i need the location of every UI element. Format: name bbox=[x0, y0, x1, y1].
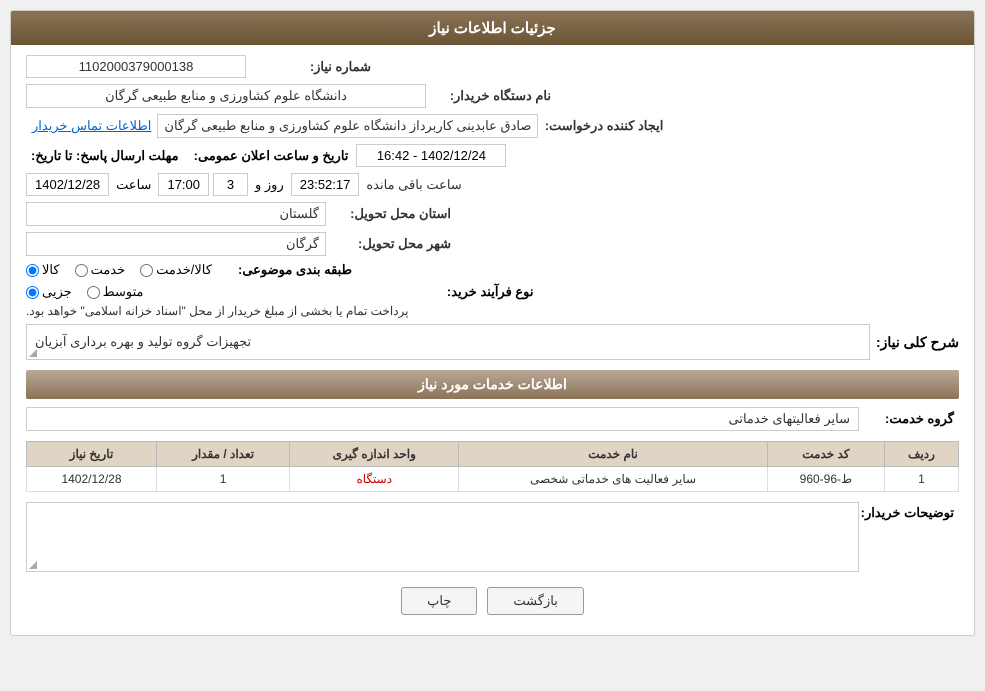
tosihaat-box bbox=[26, 502, 859, 572]
services-table: ردیف کد خدمت نام خدمت واحد اندازه گیری ت… bbox=[26, 441, 959, 492]
table-row: 1 ط-96-960 سایر فعالیت های خدماتی شخصی د… bbox=[27, 467, 959, 492]
cell-unit: دستگاه bbox=[290, 467, 459, 492]
purchase-label: نوع فرآیند خرید: bbox=[409, 284, 539, 300]
tosihaat-label: توضیحات خریدار: bbox=[859, 502, 959, 521]
sharh-section: شرح کلی نیاز: تجهیزات گروه تولید و بهره … bbox=[26, 324, 959, 360]
purchase-content: متوسط جزیی پرداخت تمام یا بخشی از مبلغ خ… bbox=[26, 284, 409, 318]
col-code: کد خدمت bbox=[767, 442, 884, 467]
purchase-row: نوع فرآیند خرید: متوسط جزیی پرداخت تمام … bbox=[26, 284, 959, 318]
sharh-box: تجهیزات گروه تولید و بهره برداری آبزیان bbox=[26, 324, 870, 360]
sharh-label: شرح کلی نیاز: bbox=[876, 334, 959, 351]
goroh-khedmat-row: گروه خدمت: سایر فعالیتهای خدماتی bbox=[26, 407, 959, 431]
time-box: 17:00 bbox=[158, 173, 209, 196]
table-wrapper: ردیف کد خدمت نام خدمت واحد اندازه گیری ت… bbox=[26, 441, 959, 492]
card-header: جزئیات اطلاعات نیاز bbox=[11, 11, 974, 45]
cell-count: 1 bbox=[156, 467, 289, 492]
ostan-label: استان محل تحویل: bbox=[326, 206, 456, 222]
tabaqe-label: طبقه بندی موضوعی: bbox=[227, 262, 357, 278]
shomara-niaz-value: 1102000379000138 bbox=[26, 55, 246, 78]
remaining-text: ساعت باقی مانده bbox=[363, 177, 464, 193]
radio-motovaset-label: متوسط bbox=[103, 284, 144, 300]
ijad-label: ایجاد کننده درخواست: bbox=[538, 118, 668, 134]
print-button[interactable]: چاپ bbox=[401, 587, 477, 615]
radio-jazei[interactable] bbox=[26, 286, 39, 299]
days-box: 3 bbox=[213, 173, 248, 196]
radio-khedmat-item[interactable]: خدمت bbox=[75, 262, 126, 278]
radio-motovaset[interactable] bbox=[87, 286, 100, 299]
shomara-niaz-label: شماره نیاز: bbox=[246, 59, 376, 75]
goroh-khedmat-value: سایر فعالیتهای خدماتی bbox=[26, 407, 859, 431]
ostan-value: گلستان bbox=[26, 202, 326, 226]
tarikhe-elam-label: تاریخ و ساعت اعلان عمومی: bbox=[190, 148, 353, 164]
radio-motovaset-item[interactable]: متوسط bbox=[87, 284, 144, 300]
card-body: شماره نیاز: 1102000379000138 نام دستگاه … bbox=[11, 45, 974, 635]
main-card: جزئیات اطلاعات نیاز شماره نیاز: 11020003… bbox=[10, 10, 975, 636]
name-dastgah-row: نام دستگاه خریدار: دانشگاه علوم کشاورزی … bbox=[26, 84, 959, 108]
seconds-box: 23:52:17 bbox=[291, 173, 360, 196]
radio-jazei-item[interactable]: جزیی bbox=[26, 284, 72, 300]
col-date: تاریخ نیاز bbox=[27, 442, 157, 467]
cell-name: سایر فعالیت های خدماتی شخصی bbox=[459, 467, 768, 492]
radio-kala-khedmat-item[interactable]: کالا/خدمت bbox=[140, 262, 212, 278]
tosihaat-section: توضیحات خریدار: bbox=[26, 502, 959, 572]
sharh-value: تجهیزات گروه تولید و بهره برداری آبزیان bbox=[35, 334, 251, 350]
button-row: بازگشت چاپ bbox=[26, 587, 959, 625]
cell-radif: 1 bbox=[884, 467, 958, 492]
mohlat-label: مهلت ارسال پاسخ: تا تاریخ: bbox=[26, 148, 184, 164]
day-label: روز و bbox=[252, 177, 287, 193]
col-count: تعداد / مقدار bbox=[156, 442, 289, 467]
tarikhe-elam-value: 1402/12/24 - 16:42 bbox=[356, 144, 506, 167]
cell-code: ط-96-960 bbox=[767, 467, 884, 492]
name-dastgah-value: دانشگاه علوم کشاورزی و منابع طبیعی گرگان bbox=[26, 84, 426, 108]
radio-kala-label: کالا bbox=[42, 262, 60, 278]
shahr-value: گرگان bbox=[26, 232, 326, 256]
ittelaat-link[interactable]: اطلاعات تماس خریدار bbox=[26, 115, 157, 137]
radio-kala-khedmat-label: کالا/خدمت bbox=[156, 262, 212, 278]
ijad-value: صادق عابدینی کاربرداز دانشگاه علوم کشاور… bbox=[157, 114, 538, 138]
radio-kala[interactable] bbox=[26, 264, 39, 277]
time-label: ساعت bbox=[113, 177, 154, 193]
radio-kala-khedmat[interactable] bbox=[140, 264, 153, 277]
shahr-row: شهر محل تحویل: گرگان bbox=[26, 232, 959, 256]
mohlat-deadline-row: ساعت باقی مانده 23:52:17 روز و 3 17:00 س… bbox=[26, 173, 959, 196]
cell-date: 1402/12/28 bbox=[27, 467, 157, 492]
name-dastgah-label: نام دستگاه خریدار: bbox=[426, 88, 556, 104]
radio-jazei-label: جزیی bbox=[42, 284, 72, 300]
table-header-row: ردیف کد خدمت نام خدمت واحد اندازه گیری ت… bbox=[27, 442, 959, 467]
col-name: نام خدمت bbox=[459, 442, 768, 467]
khedmat-section-header: اطلاعات خدمات مورد نیاز bbox=[26, 370, 959, 399]
goroh-khedmat-label: گروه خدمت: bbox=[859, 411, 959, 427]
date-box: 1402/12/28 bbox=[26, 173, 109, 196]
col-unit: واحد اندازه گیری bbox=[290, 442, 459, 467]
ijad-row: ایجاد کننده درخواست: صادق عابدینی کاربرد… bbox=[26, 114, 959, 138]
shomara-row: شماره نیاز: 1102000379000138 bbox=[26, 55, 959, 78]
col-radif: ردیف bbox=[884, 442, 958, 467]
radio-khedmat-label: خدمت bbox=[91, 262, 126, 278]
purchase-radios: متوسط جزیی bbox=[26, 284, 144, 300]
shahr-label: شهر محل تحویل: bbox=[326, 236, 456, 252]
back-button[interactable]: بازگشت bbox=[487, 587, 583, 615]
table-body: 1 ط-96-960 سایر فعالیت های خدماتی شخصی د… bbox=[27, 467, 959, 492]
page-wrapper: جزئیات اطلاعات نیاز شماره نیاز: 11020003… bbox=[0, 0, 985, 691]
tabaqe-radio-group: کالا/خدمت خدمت کالا bbox=[26, 262, 212, 278]
ostan-row: استان محل تحویل: گلستان bbox=[26, 202, 959, 226]
tabaqe-row: طبقه بندی موضوعی: کالا/خدمت خدمت کالا bbox=[26, 262, 959, 278]
radio-khedmat[interactable] bbox=[75, 264, 88, 277]
page-title: جزئیات اطلاعات نیاز bbox=[429, 20, 556, 37]
radio-kala-item[interactable]: کالا bbox=[26, 262, 60, 278]
purchase-note: پرداخت تمام یا بخشی از مبلغ خریدار از مح… bbox=[26, 304, 409, 318]
